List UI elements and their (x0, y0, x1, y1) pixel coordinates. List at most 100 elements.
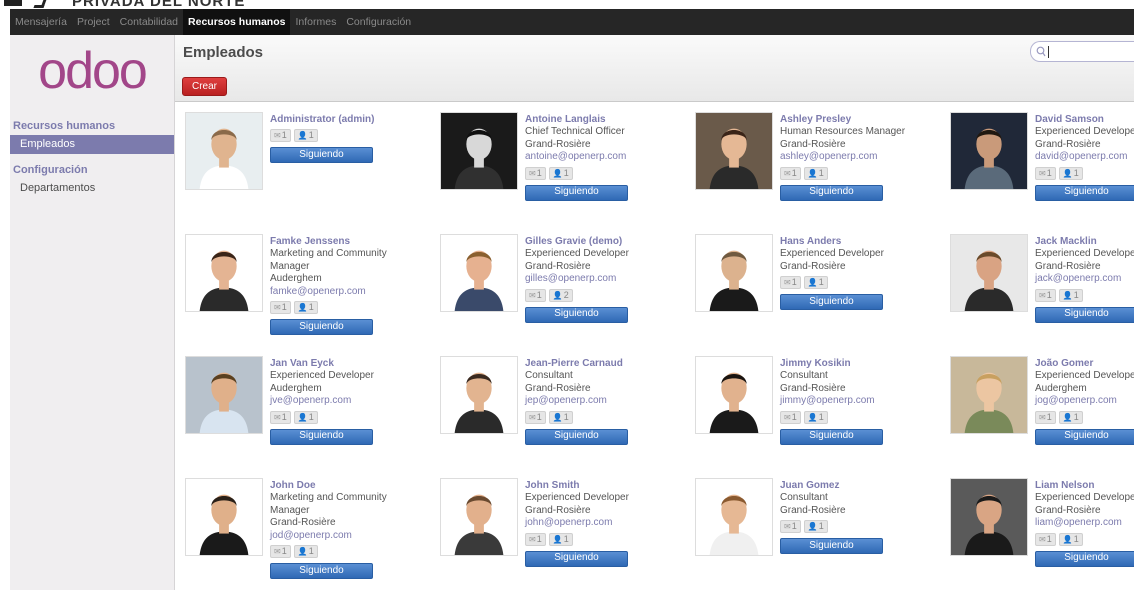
employee-card[interactable]: Juan Gomez Consultant Grand-Rosière ✉ 1 👤… (685, 468, 940, 588)
employee-name[interactable]: John Doe (270, 480, 440, 492)
employee-card[interactable]: João Gomer Experienced Develope Auderghe… (940, 346, 1134, 466)
message-count: 1 (1046, 411, 1052, 422)
employee-photo[interactable] (950, 112, 1028, 190)
employee-photo[interactable] (695, 112, 773, 190)
employee-card[interactable]: Antoine Langlais Chief Technical Officer… (430, 102, 685, 222)
employee-job: Experienced Develope (1035, 126, 1134, 138)
employee-name[interactable]: Juan Gomez (780, 480, 950, 492)
employee-email[interactable]: jep@openerp.com (525, 395, 695, 407)
follower-count: 1 (563, 411, 569, 422)
following-button[interactable]: Siguiendo (525, 550, 628, 567)
following-button[interactable]: Siguiendo (780, 538, 883, 555)
odoo-logo[interactable]: odoo (38, 45, 148, 97)
employee-email[interactable]: jve@openerp.com (270, 395, 440, 407)
menu-item-configuracion[interactable]: Configuración (341, 9, 416, 35)
employee-name[interactable]: Ashley Presley (780, 114, 950, 126)
employee-card[interactable]: Ashley Presley Human Resources Manager G… (685, 102, 940, 222)
employee-card[interactable]: John Doe Marketing and Community Manager… (175, 468, 430, 588)
logo-container: odoo (10, 35, 174, 110)
employee-name[interactable]: Antoine Langlais (525, 114, 695, 126)
menu-item-informes[interactable]: Informes (290, 9, 341, 35)
employee-name[interactable]: David Samson (1035, 114, 1134, 126)
menu-item-project[interactable]: Project (72, 9, 115, 35)
following-button[interactable]: Siguiendo (1035, 184, 1134, 201)
employee-card[interactable]: David Samson Experienced Develope Grand-… (940, 102, 1134, 222)
following-button[interactable]: Siguiendo (270, 319, 373, 336)
employee-card[interactable]: Jan Van Eyck Experienced Developer Auder… (175, 346, 430, 466)
employee-card[interactable]: Gilles Gravie (demo) Experienced Develop… (430, 224, 685, 344)
employee-photo[interactable] (440, 112, 518, 190)
employee-card[interactable]: John Smith Experienced Developer Grand-R… (430, 468, 685, 588)
employee-name[interactable]: Hans Anders (780, 236, 950, 248)
employee-badges: ✉ 1 👤 1 (270, 129, 440, 143)
employee-card[interactable]: Jean-Pierre Carnaud Consultant Grand-Ros… (430, 346, 685, 466)
employee-email[interactable]: gilles@openerp.com (525, 273, 695, 285)
following-button[interactable]: Siguiendo (525, 428, 628, 445)
employee-email[interactable]: jack@openerp.com (1035, 273, 1134, 285)
employee-photo[interactable] (950, 478, 1028, 556)
following-button[interactable]: Siguiendo (270, 428, 373, 445)
employee-name[interactable]: João Gomer (1035, 358, 1134, 370)
menu-item-recursos-humanos[interactable]: Recursos humanos (183, 9, 291, 35)
employee-email[interactable]: antoine@openerp.com (525, 151, 695, 163)
employee-photo[interactable] (695, 234, 773, 312)
employee-email[interactable]: famke@openerp.com (270, 286, 440, 298)
following-button[interactable]: Siguiendo (1035, 306, 1134, 323)
employee-photo[interactable] (440, 234, 518, 312)
employee-name[interactable]: Jan Van Eyck (270, 358, 440, 370)
employee-email[interactable]: ashley@openerp.com (780, 151, 950, 163)
employee-address: Grand-Rosière (780, 260, 846, 272)
message-count-badge: ✉ 1 (1035, 166, 1056, 180)
sidebar-item-empleados[interactable]: Empleados (10, 135, 174, 154)
employee-email[interactable]: david@openerp.com (1035, 151, 1134, 163)
following-button[interactable]: Siguiendo (525, 306, 628, 323)
employee-photo[interactable] (185, 112, 263, 190)
sidebar-item-departamentos[interactable]: Departamentos (10, 179, 174, 198)
employee-card[interactable]: Administrator (admin) ✉ 1 👤 1 Siguiendo (175, 102, 430, 222)
following-button[interactable]: Siguiendo (525, 184, 628, 201)
employee-photo[interactable] (185, 234, 263, 312)
following-button[interactable]: Siguiendo (270, 563, 373, 580)
employee-email[interactable]: jog@openerp.com (1035, 395, 1134, 407)
employee-email[interactable]: jod@openerp.com (270, 530, 440, 542)
employee-job-line2: Manager (270, 504, 310, 516)
following-button[interactable]: Siguiendo (270, 147, 373, 164)
employee-photo[interactable] (440, 478, 518, 556)
employee-email[interactable]: liam@openerp.com (1035, 517, 1134, 529)
employee-card[interactable]: Hans Anders Experienced Developer Grand-… (685, 224, 940, 344)
employee-photo[interactable] (695, 478, 773, 556)
employee-address: Grand-Rosière (1035, 138, 1101, 150)
following-button[interactable]: Siguiendo (1035, 428, 1134, 445)
employee-email[interactable]: jimmy@openerp.com (780, 395, 950, 407)
employee-email[interactable]: john@openerp.com (525, 517, 695, 529)
employee-photo[interactable] (440, 356, 518, 434)
menu-item-contabilidad[interactable]: Contabilidad (115, 9, 183, 35)
following-button[interactable]: Siguiendo (780, 428, 883, 445)
employee-photo[interactable] (185, 356, 263, 434)
following-button[interactable]: Siguiendo (1035, 550, 1134, 567)
employee-photo[interactable] (695, 356, 773, 434)
following-button[interactable]: Siguiendo (780, 184, 883, 201)
employee-photo[interactable] (950, 356, 1028, 434)
search-input[interactable] (1030, 41, 1134, 62)
employee-name[interactable]: Liam Nelson (1035, 480, 1134, 492)
employee-photo-image (951, 235, 1027, 311)
person-icon: 👤 (1062, 412, 1073, 422)
employee-name[interactable]: Jimmy Kosikin (780, 358, 950, 370)
create-button[interactable]: Crear (182, 77, 227, 96)
top-banner: PRIVADA DEL NORTE (0, 0, 1134, 9)
employee-card[interactable]: Jimmy Kosikin Consultant Grand-Rosière j… (685, 346, 940, 466)
employee-card[interactable]: Jack Macklin Experienced Develope Grand-… (940, 224, 1134, 344)
employee-name[interactable]: John Smith (525, 480, 695, 492)
employee-name[interactable]: Gilles Gravie (demo) (525, 236, 695, 248)
employee-photo[interactable] (185, 478, 263, 556)
employee-photo[interactable] (950, 234, 1028, 312)
following-button[interactable]: Siguiendo (780, 294, 883, 311)
employee-name[interactable]: Famke Jenssens (270, 236, 440, 248)
menu-item-mensajeria[interactable]: Mensajería (10, 9, 72, 35)
employee-name[interactable]: Jean-Pierre Carnaud (525, 358, 695, 370)
employee-name[interactable]: Administrator (admin) (270, 114, 440, 126)
employee-card[interactable]: Liam Nelson Experienced Develope Grand-R… (940, 468, 1134, 588)
employee-name[interactable]: Jack Macklin (1035, 236, 1134, 248)
employee-card[interactable]: Famke Jenssens Marketing and Community M… (175, 224, 430, 344)
